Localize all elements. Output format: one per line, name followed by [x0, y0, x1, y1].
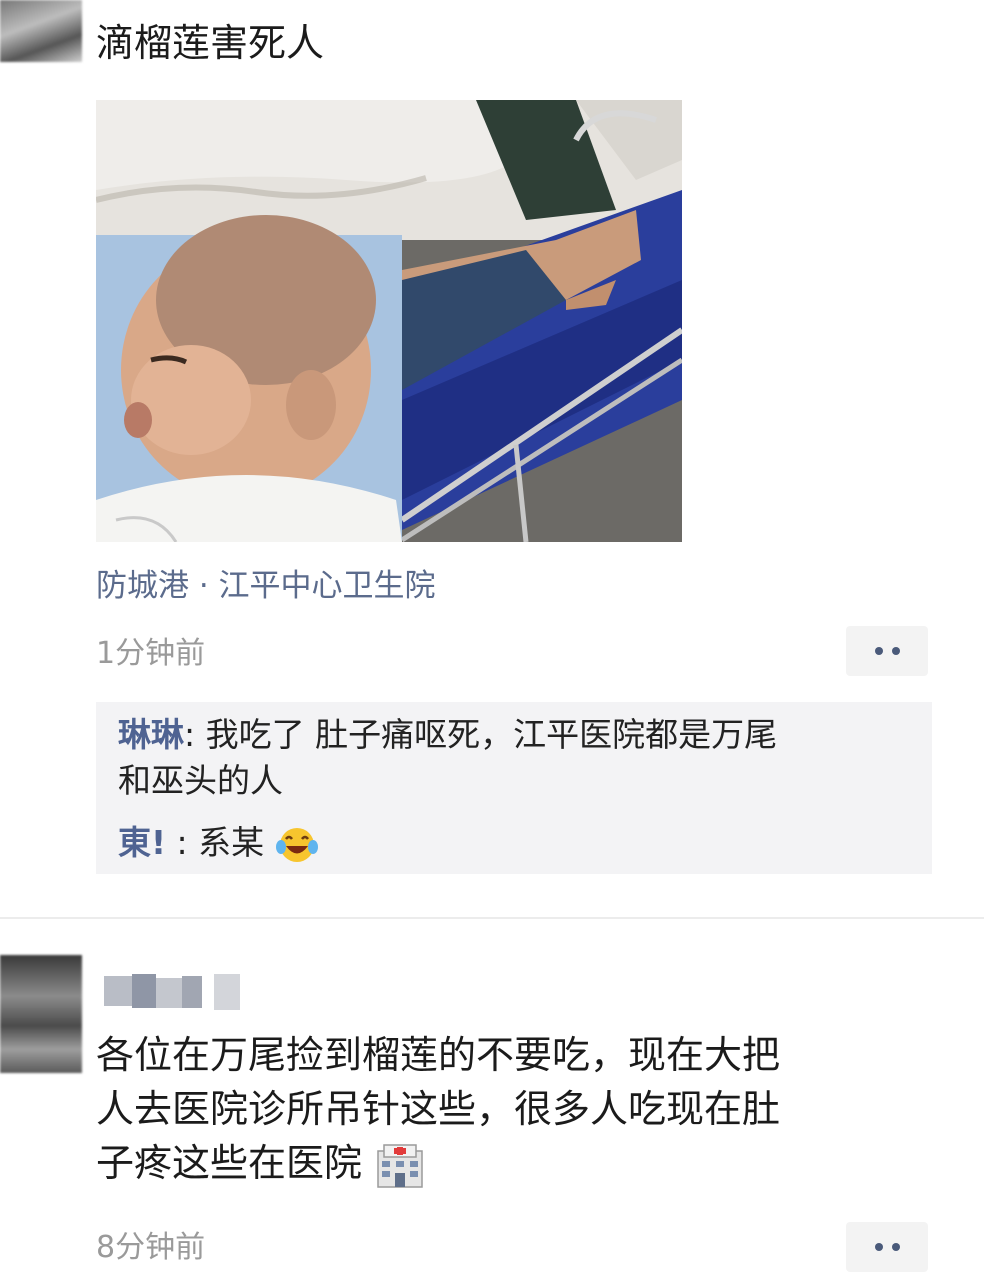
comment-section: 琳琳: 我吃了 肚子痛呕死，江平医院都是万尾 和巫头的人 東! : 系某 — [96, 702, 932, 874]
post-divider — [0, 917, 984, 919]
post-time: 1分钟前 — [96, 636, 206, 671]
more-dots-icon — [891, 647, 900, 655]
post-text: 各位在万尾捡到榴莲的不要吃，现在大把 人去医院诊所吊针这些，很多人吃现在肚 子疼… — [96, 1028, 926, 1190]
comment-text: 和巫头的人 — [118, 761, 283, 800]
comment-separator: : — [184, 715, 206, 754]
user-name[interactable] — [104, 970, 244, 1014]
hospital-emoji-icon — [377, 1143, 423, 1188]
more-dots-icon — [874, 1243, 883, 1251]
post-location[interactable]: 防城港 · 江平中心卫生院 — [96, 560, 436, 605]
laughing-tears-emoji-icon — [275, 827, 318, 862]
more-button[interactable] — [846, 1222, 928, 1272]
post-time: 8分钟前 — [96, 1230, 206, 1265]
post-photo[interactable] — [96, 100, 682, 542]
post-text-line: 各位在万尾捡到榴莲的不要吃，现在大把 — [96, 1033, 781, 1077]
avatar[interactable] — [0, 0, 82, 62]
post-text-line: 人去医院诊所吊针这些，很多人吃现在肚 — [96, 1087, 781, 1131]
avatar[interactable] — [0, 955, 82, 1073]
comment-text: 我吃了 肚子痛呕死，江平医院都是万尾 — [205, 715, 778, 754]
comment-item[interactable]: 東! : 系某 — [118, 820, 319, 866]
post-text-line: 子疼这些在医院 — [96, 1141, 363, 1185]
comment-author[interactable]: 東! — [118, 823, 166, 862]
blurred-name-image — [104, 974, 240, 1010]
comment-item[interactable]: 琳琳: 我吃了 肚子痛呕死，江平医院都是万尾 和巫头的人 — [118, 712, 918, 804]
post-image — [96, 100, 682, 542]
comment-text: 系某 — [198, 823, 265, 862]
more-dots-icon — [891, 1243, 900, 1251]
comment-author[interactable]: 琳琳 — [118, 715, 184, 754]
post-text: 滴榴莲害死人 — [96, 21, 325, 65]
comment-separator: : — [166, 823, 199, 862]
more-button[interactable] — [846, 626, 928, 676]
more-dots-icon — [874, 647, 883, 655]
